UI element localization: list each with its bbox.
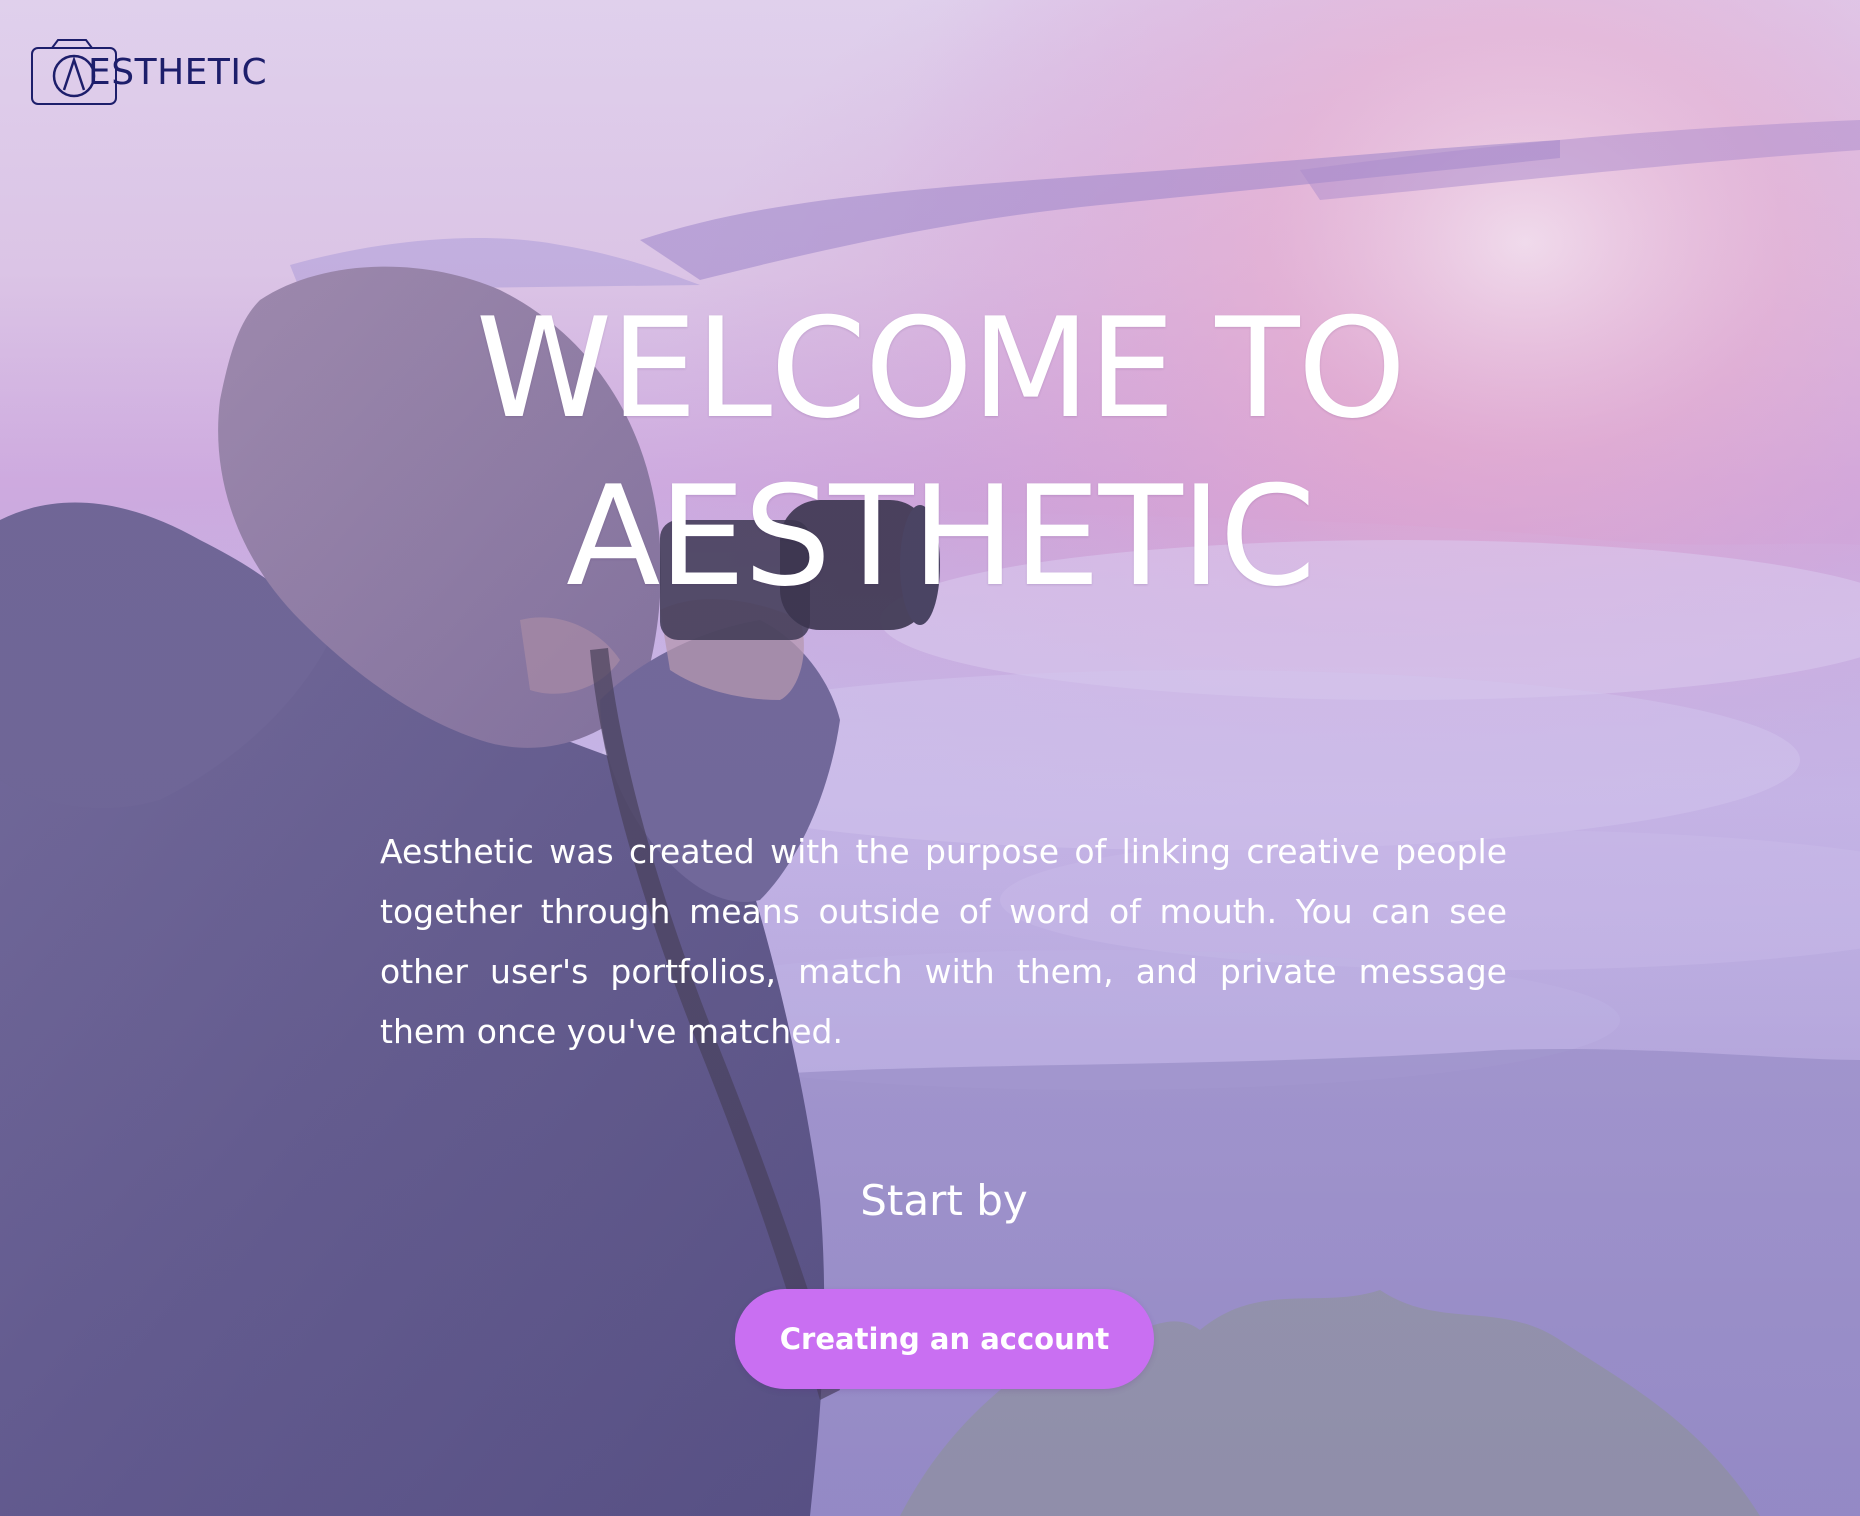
- brand-logo-text: ESTHETIC: [88, 52, 268, 93]
- headline-line-1: WELCOME TO: [475, 288, 1407, 449]
- headline-line-2: AESTHETIC: [566, 456, 1316, 617]
- intro-paragraph: Aesthetic was created with the purpose o…: [380, 832, 1507, 1051]
- hero-section: ESTHETIC WELCOME TO AESTHETIC Aesthetic …: [0, 0, 1860, 1516]
- brand-logo[interactable]: ESTHETIC: [30, 38, 267, 108]
- start-by-label: Start by: [860, 1176, 1028, 1225]
- page-title: WELCOME TO AESTHETIC: [330, 285, 1550, 621]
- create-account-button[interactable]: Creating an account: [735, 1289, 1154, 1389]
